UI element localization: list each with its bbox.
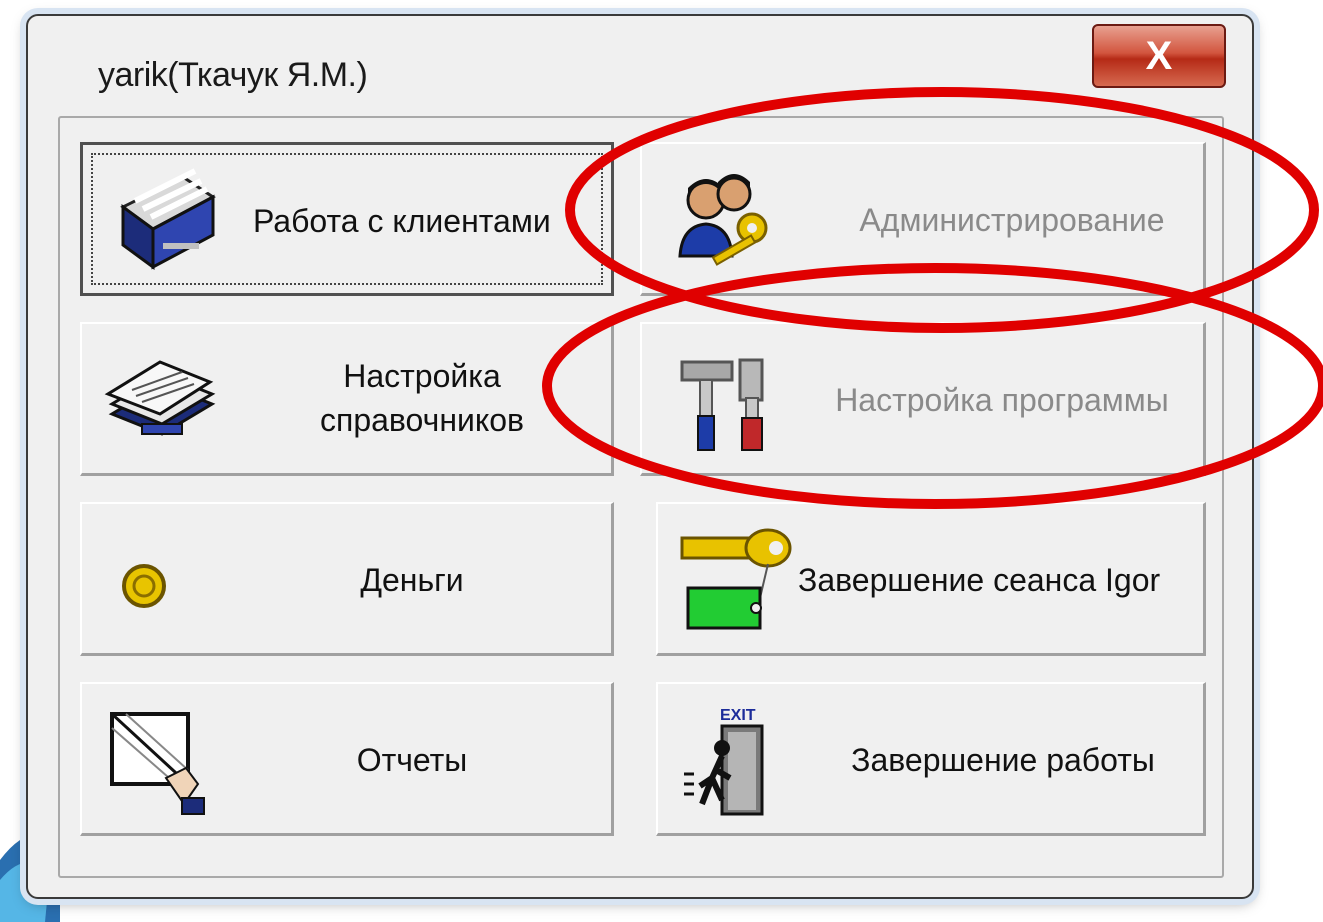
dictionaries-label-line2: справочников xyxy=(319,402,525,438)
coin-icon xyxy=(122,564,166,608)
money-button[interactable]: Деньги xyxy=(80,502,614,656)
clients-label: Работа с клиентами xyxy=(253,203,551,239)
program-settings-label: Настройка программы xyxy=(835,382,1169,418)
dictionaries-label: Настройка справочников xyxy=(252,354,592,442)
clients-button[interactable]: Работа с клиентами xyxy=(80,142,614,296)
dictionaries-label-line1: Настройка xyxy=(343,358,501,394)
main-window: yarik(Ткачук Я.М.) X Работа с клиентами xyxy=(26,14,1254,899)
reports-button[interactable]: Отчеты xyxy=(80,682,614,836)
admin-label: Администрирование xyxy=(859,202,1165,238)
end-session-button[interactable]: Завершение сеанса Igor xyxy=(656,502,1206,656)
close-icon: X xyxy=(1145,33,1173,78)
close-button[interactable]: X xyxy=(1092,24,1226,88)
books-icon xyxy=(104,360,216,436)
reports-label: Отчеты xyxy=(356,742,468,778)
exit-button[interactable]: EXIT Завершение работы xyxy=(656,682,1206,836)
exit-door-icon: EXIT xyxy=(684,707,764,816)
key-tag-icon xyxy=(680,528,792,630)
admin-users-key-icon xyxy=(678,174,768,266)
window-title: yarik(Ткачук Я.М.) xyxy=(98,56,368,94)
exit-sign: EXIT xyxy=(720,707,756,724)
admin-button[interactable]: Администрирование xyxy=(640,142,1206,296)
card-file-icon xyxy=(120,168,216,270)
program-settings-button[interactable]: Настройка программы xyxy=(640,322,1206,476)
button-panel: Работа с клиентами Администрирование Нас… xyxy=(58,116,1224,878)
dictionaries-button[interactable]: Настройка справочников xyxy=(80,322,614,476)
exit-label: Завершение работы xyxy=(851,742,1155,778)
money-label: Деньги xyxy=(360,562,464,598)
report-icon xyxy=(110,712,205,815)
end-session-label: Завершение сеанса Igor xyxy=(798,562,1161,598)
tools-icon xyxy=(680,358,764,451)
